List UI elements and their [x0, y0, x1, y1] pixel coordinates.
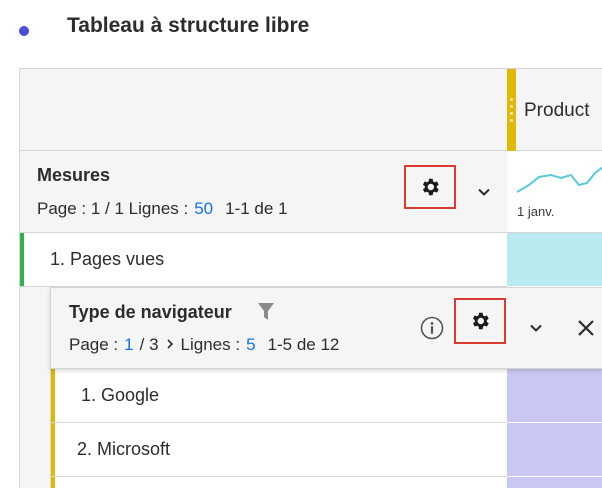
close-icon[interactable] [577, 319, 595, 337]
breakdown-pagination: Page : 1 / 3 Lignes : 5 1-5 de 12 [69, 335, 339, 355]
chevron-down-icon[interactable] [477, 185, 491, 199]
filter-icon[interactable] [258, 303, 274, 321]
breakdown-range: 1-5 de 12 [267, 335, 340, 354]
metrics-header: Mesures Page : 1 / 1 Lignes : 50 1-1 de 1 [20, 151, 507, 233]
breakdown-page-label: Page : [69, 335, 119, 354]
gear-icon[interactable] [419, 176, 441, 198]
metrics-rows-per-page-link[interactable]: 50 [194, 199, 213, 218]
column-drag-handle[interactable] [507, 69, 516, 151]
dimension-color-bar [51, 423, 55, 476]
chevron-right-icon[interactable] [165, 338, 175, 350]
row-label: 1. Google [81, 385, 160, 405]
breakdown-current-page-link[interactable]: 1 [124, 335, 133, 354]
metric-color-bar [20, 233, 24, 286]
table-row[interactable]: 2. Microsoft [50, 423, 507, 477]
breakdown-title: Type de navigateur [69, 302, 232, 322]
info-icon[interactable] [420, 316, 444, 340]
dimension-color-bar [51, 369, 55, 422]
breakdown-total-pages: / 3 [139, 335, 159, 354]
metric-value-cell [507, 369, 602, 423]
column-header-label: Product [524, 100, 590, 121]
metrics-pager-prefix: Page : 1 / 1 Lignes : [37, 199, 189, 218]
metric-value-cell [507, 477, 602, 488]
gear-icon[interactable] [469, 310, 491, 332]
row-label: 1. Pages vues [50, 249, 165, 269]
column-header-product[interactable]: Product [507, 69, 602, 151]
dimension-color-bar [51, 477, 55, 488]
freeform-table: Product Mesures Page : 1 / 1 Lignes : 50 1… [19, 68, 602, 488]
table-row[interactable] [50, 477, 507, 488]
metric-value-cell [507, 233, 602, 287]
table-row[interactable]: 1. Google [50, 369, 507, 423]
breakdown-rows-label: Lignes : [180, 335, 241, 354]
metrics-title: Mesures [37, 165, 111, 185]
sparkline-date-label: 1 janv. [517, 204, 555, 219]
metrics-range: 1-1 de 1 [225, 199, 288, 218]
metric-value-cell [507, 423, 602, 477]
page-title: Tableau à structure libre [67, 14, 310, 37]
breakdown-indent [20, 287, 50, 488]
sparkline-cell: 1 janv. [507, 151, 602, 233]
row-label: 2. Microsoft [77, 439, 171, 459]
metrics-pagination: Page : 1 / 1 Lignes : 50 1-1 de 1 [37, 199, 288, 219]
table-corner-cell [20, 69, 507, 151]
title-bullet [19, 26, 29, 36]
sparkline-chart [516, 166, 602, 193]
breakdown-rows-per-page-link[interactable]: 5 [246, 335, 255, 354]
chevron-down-icon[interactable] [529, 321, 543, 335]
table-row[interactable]: 1. Pages vues [20, 233, 507, 287]
breakdown-table: Type de navigateur Page : 1 / 3 Lignes : 5 1-… [50, 287, 602, 488]
breakdown-header: Type de navigateur Page : 1 / 3 Lignes : 5 1-… [50, 287, 602, 369]
